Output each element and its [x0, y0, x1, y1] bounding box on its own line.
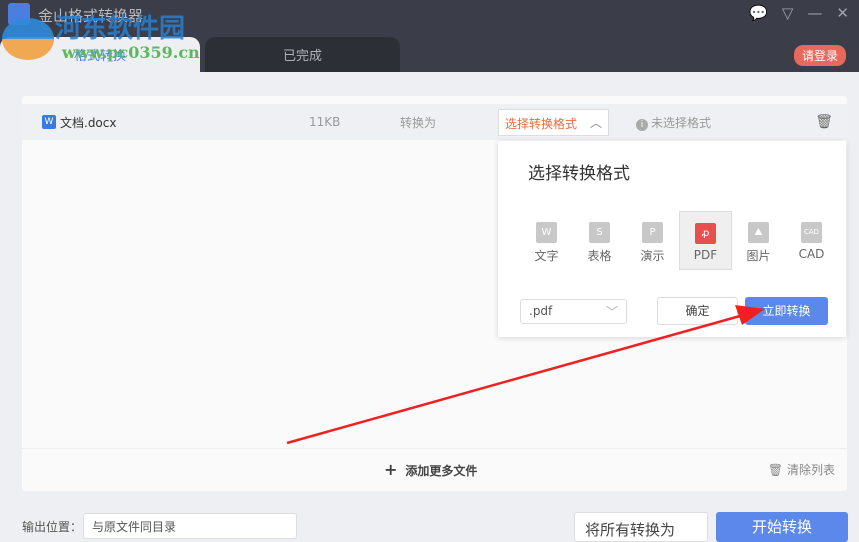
annotation-arrow — [286, 305, 765, 445]
